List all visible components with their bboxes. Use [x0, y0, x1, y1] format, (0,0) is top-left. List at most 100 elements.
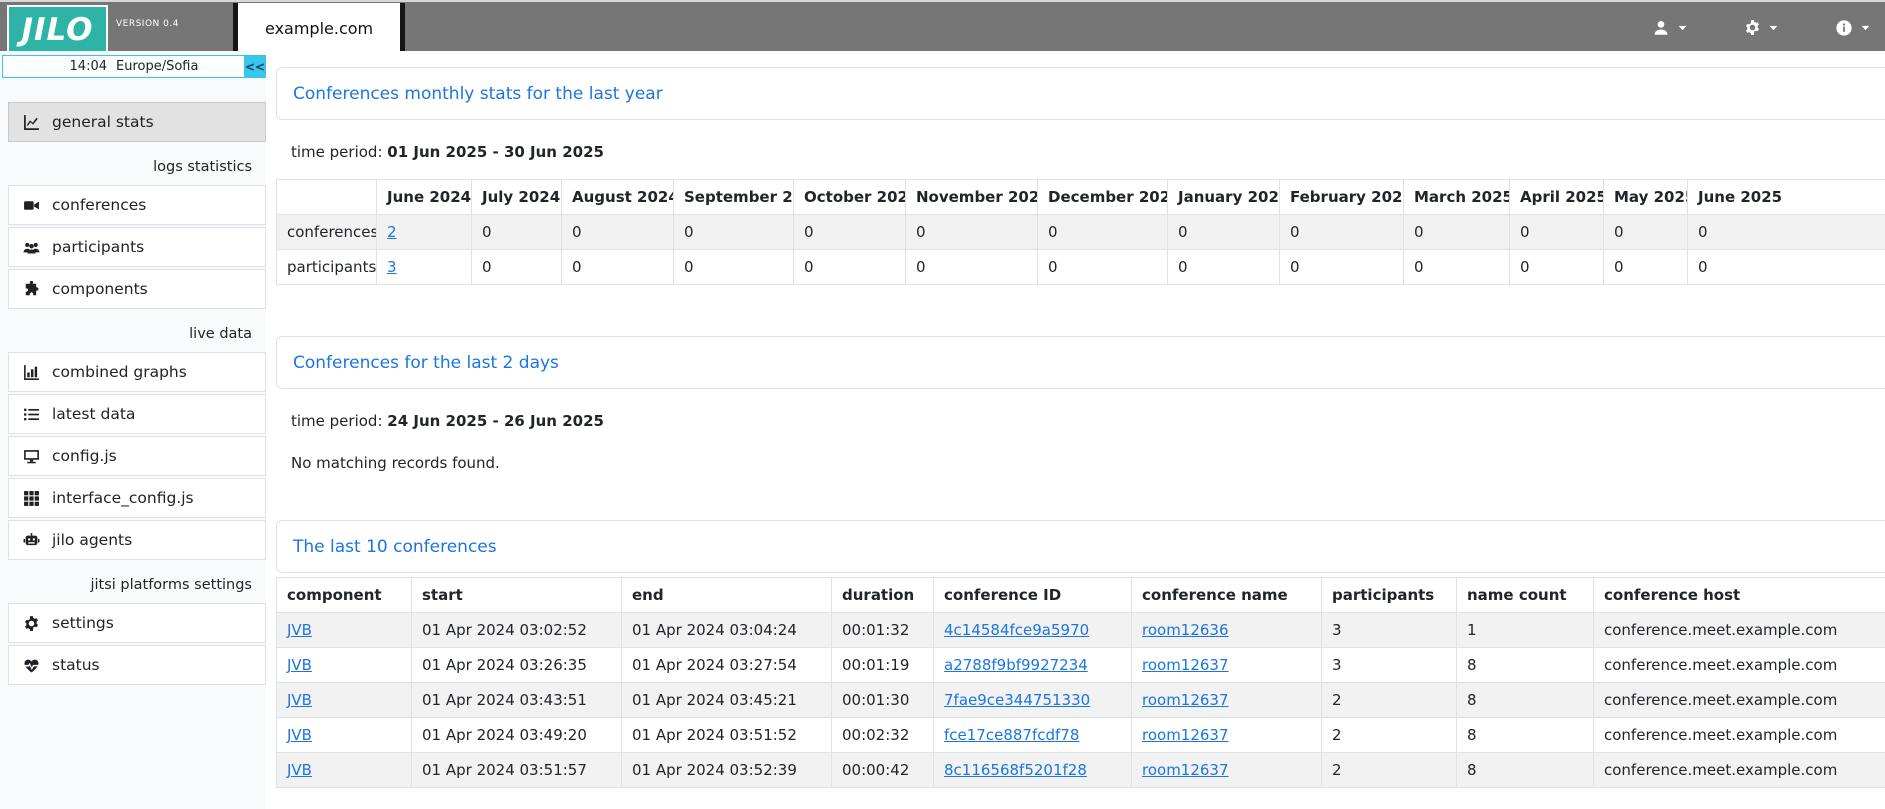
- component-link[interactable]: JVB: [287, 761, 312, 779]
- name-count-cell: 8: [1457, 683, 1594, 718]
- sidebar-item-label: latest data: [52, 405, 135, 423]
- sidebar-item-combined-graphs[interactable]: combined graphs: [8, 352, 266, 392]
- duration-cell: 00:01:19: [832, 648, 934, 683]
- start-cell: 01 Apr 2024 03:02:52: [412, 613, 622, 648]
- chart-line-icon: [22, 114, 41, 131]
- user-icon: [1652, 19, 1670, 37]
- conference-id-link[interactable]: 4c14584fce9a5970: [944, 621, 1089, 639]
- conference-id-link[interactable]: 7fae9ce344751330: [944, 691, 1090, 709]
- clock-time: 14:04: [70, 59, 107, 74]
- name-count-cell: 1: [1457, 613, 1594, 648]
- platform-tab-label: example.com: [265, 19, 373, 38]
- sidebar-item-interface-config-js[interactable]: interface_config.js: [8, 478, 266, 518]
- robot-icon: [22, 532, 41, 549]
- sidebar-section-label: live data: [8, 311, 266, 352]
- participants-cell: 2: [1322, 753, 1457, 788]
- settings-menu-button[interactable]: [1744, 19, 1779, 36]
- month-column-header: July 2024: [472, 180, 562, 215]
- table-row: JVB 01 Apr 2024 03:43:5101 Apr 2024 03:45…: [277, 683, 1885, 718]
- caret-down-icon: [1768, 22, 1779, 33]
- stat-value: 0: [794, 250, 906, 285]
- monthly-time-period: time period: 01 Jun 2025 - 30 Jun 2025: [291, 143, 1885, 161]
- stat-value: 0: [1688, 250, 1885, 285]
- clock-timezone: Europe/Sofia: [116, 59, 198, 74]
- conferences-count-link[interactable]: 2: [387, 223, 397, 241]
- gear-icon: [1744, 19, 1761, 36]
- stat-value: 0: [674, 215, 794, 250]
- participants-cell: 3: [1322, 648, 1457, 683]
- sidebar-item-jilo-agents[interactable]: jilo agents: [8, 520, 266, 560]
- start-cell: 01 Apr 2024 03:26:35: [412, 648, 622, 683]
- sidebar-item-label: jilo agents: [52, 531, 132, 549]
- last-2-days-title: Conferences for the last 2 days: [293, 353, 559, 373]
- month-column-header: August 2024: [562, 180, 674, 215]
- sidebar-item-general-stats[interactable]: general stats: [8, 102, 266, 142]
- conference-host-cell: conference.meet.example.com: [1594, 718, 1885, 753]
- info-menu-button[interactable]: [1835, 19, 1871, 37]
- sidebar-item-config-js[interactable]: config.js: [8, 436, 266, 476]
- last-2-days-time-period: time period: 24 Jun 2025 - 26 Jun 2025: [291, 412, 1885, 430]
- sidebar-item-status[interactable]: status: [8, 645, 266, 685]
- conference-id-link[interactable]: 8c116568f5201f28: [944, 761, 1087, 779]
- stat-value: 0: [1510, 215, 1604, 250]
- end-cell: 01 Apr 2024 03:45:21: [622, 683, 832, 718]
- sidebar-item-conferences[interactable]: conferences: [8, 185, 266, 225]
- component-link[interactable]: JVB: [287, 621, 312, 639]
- conference-name-link[interactable]: room12637: [1142, 656, 1229, 674]
- sidebar-menu: general statslogs statisticsconferencesp…: [8, 102, 266, 685]
- start-cell: 01 Apr 2024 03:51:57: [412, 753, 622, 788]
- monthly-time-period-value: 01 Jun 2025 - 30 Jun 2025: [387, 143, 604, 161]
- conference-column-header: conference host: [1594, 578, 1885, 613]
- conference-name-cell: room12637: [1132, 683, 1322, 718]
- table-row: JVB 01 Apr 2024 03:26:3501 Apr 2024 03:27…: [277, 648, 1885, 683]
- user-menu-button[interactable]: [1652, 19, 1688, 37]
- conference-name-cell: room12637: [1132, 648, 1322, 683]
- participants-count-link[interactable]: 3: [387, 258, 397, 276]
- month-column-header: November 2024: [906, 180, 1038, 215]
- duration-cell: 00:01:30: [832, 683, 934, 718]
- row-label-header: [277, 180, 377, 215]
- component-link[interactable]: JVB: [287, 656, 312, 674]
- display-icon: [22, 448, 41, 465]
- component-link[interactable]: JVB: [287, 726, 312, 744]
- last-10-table: componentstartenddurationconference IDco…: [276, 577, 1885, 788]
- sidebar-item-participants[interactable]: participants: [8, 227, 266, 267]
- puzzle-icon: [22, 281, 41, 298]
- monthly-stats-card-header: Conferences monthly stats for the last y…: [276, 67, 1885, 120]
- conference-name-link[interactable]: room12637: [1142, 726, 1229, 744]
- table-row: conferences2000000000000: [277, 215, 1885, 250]
- conference-id-cell: fce17ce887fcdf78: [934, 718, 1132, 753]
- conference-name-link[interactable]: room12637: [1142, 691, 1229, 709]
- sidebar-item-components[interactable]: components: [8, 269, 266, 309]
- start-cell: 01 Apr 2024 03:43:51: [412, 683, 622, 718]
- stat-value: 0: [674, 250, 794, 285]
- stat-value: 0: [1038, 215, 1168, 250]
- component-link[interactable]: JVB: [287, 691, 312, 709]
- participants-cell: 2: [1322, 683, 1457, 718]
- end-cell: 01 Apr 2024 03:27:54: [622, 648, 832, 683]
- sidebar-collapse-button[interactable]: <<: [244, 55, 266, 78]
- month-column-header: September 2024: [674, 180, 794, 215]
- list-icon: [22, 406, 41, 423]
- sidebar-item-latest-data[interactable]: latest data: [8, 394, 266, 434]
- conference-id-link[interactable]: a2788f9bf9927234: [944, 656, 1088, 674]
- sidebar-item-label: conferences: [52, 196, 146, 214]
- stat-value: 0: [1168, 250, 1280, 285]
- conference-host-cell: conference.meet.example.com: [1594, 613, 1885, 648]
- component-cell: JVB: [277, 648, 412, 683]
- table-row: JVB01 Apr 2024 03:49:2001 Apr 2024 03:51…: [277, 718, 1885, 753]
- stat-value: 0: [1038, 250, 1168, 285]
- conference-column-header: name count: [1457, 578, 1594, 613]
- platform-tab-example.com[interactable]: example.com: [233, 3, 405, 53]
- gear-icon: [22, 615, 41, 632]
- conference-name-link[interactable]: room12636: [1142, 621, 1229, 639]
- sidebar-item-settings[interactable]: settings: [8, 603, 266, 643]
- conference-column-header: start: [412, 578, 622, 613]
- app-logo: JILO: [7, 5, 108, 54]
- name-count-cell: 8: [1457, 718, 1594, 753]
- stat-value: 0: [1688, 215, 1885, 250]
- conference-name-link[interactable]: room12637: [1142, 761, 1229, 779]
- conference-id-link[interactable]: fce17ce887fcdf78: [944, 726, 1079, 744]
- end-cell: 01 Apr 2024 03:51:52: [622, 718, 832, 753]
- conference-name-cell: room12637: [1132, 718, 1322, 753]
